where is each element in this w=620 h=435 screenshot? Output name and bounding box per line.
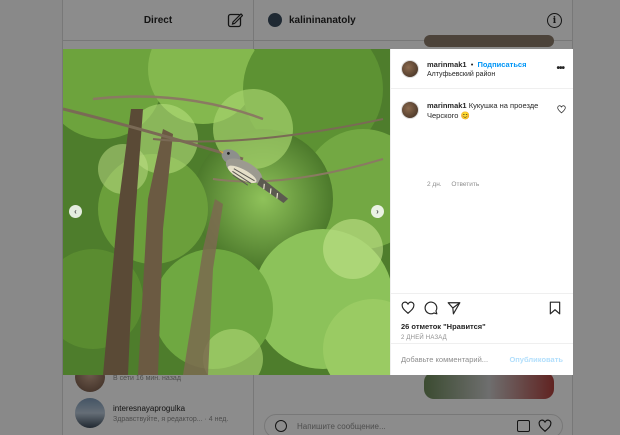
add-comment-input[interactable]: Добавьте комментарий...: [401, 355, 509, 364]
post-sidebar: marinmak1 • Подписаться Алтуфьевский рай…: [390, 49, 573, 375]
save-icon[interactable]: [549, 301, 561, 315]
likes-count[interactable]: 26 отметок "Нравится": [401, 322, 563, 331]
share-icon[interactable]: [447, 301, 461, 315]
caption-username[interactable]: marinmak1: [427, 101, 467, 110]
more-options-icon[interactable]: •••: [556, 63, 564, 74]
post-location[interactable]: Алтуфьевский район: [427, 71, 526, 78]
comment-age: 2 дн.: [427, 181, 442, 188]
post-photo[interactable]: ‹ ›: [63, 49, 390, 375]
post-actions: 26 отметок "Нравится" 2 дней назад: [391, 293, 573, 341]
follow-button[interactable]: Подписаться: [477, 60, 526, 69]
next-post-button[interactable]: ›: [371, 205, 384, 218]
post-date: 2 дней назад: [401, 335, 447, 341]
like-icon[interactable]: [401, 301, 415, 315]
comment-like-icon[interactable]: [557, 105, 566, 114]
avatar[interactable]: [401, 59, 419, 78]
previous-post-button[interactable]: ‹: [69, 205, 82, 218]
post-username[interactable]: marinmak1: [427, 60, 467, 69]
publish-button[interactable]: Опубликовать: [509, 355, 563, 364]
avatar[interactable]: [401, 101, 419, 119]
comment-icon[interactable]: [424, 301, 438, 315]
separator-dot: •: [470, 59, 474, 69]
reply-button[interactable]: Ответить: [451, 181, 479, 188]
caption-comment: marinmak1 Кукушка на проезде Черского 😊 …: [401, 101, 566, 188]
add-comment-bar: Добавьте комментарий... Опубликовать: [391, 343, 573, 375]
comment-meta: 2 дн. Ответить: [427, 181, 487, 188]
cuckoo-in-tree-image: [63, 49, 390, 375]
post-header: marinmak1 • Подписаться Алтуфьевский рай…: [391, 49, 573, 89]
post-modal: ‹ › marinmak1 • Подписаться Алтуфьевский…: [63, 49, 573, 375]
